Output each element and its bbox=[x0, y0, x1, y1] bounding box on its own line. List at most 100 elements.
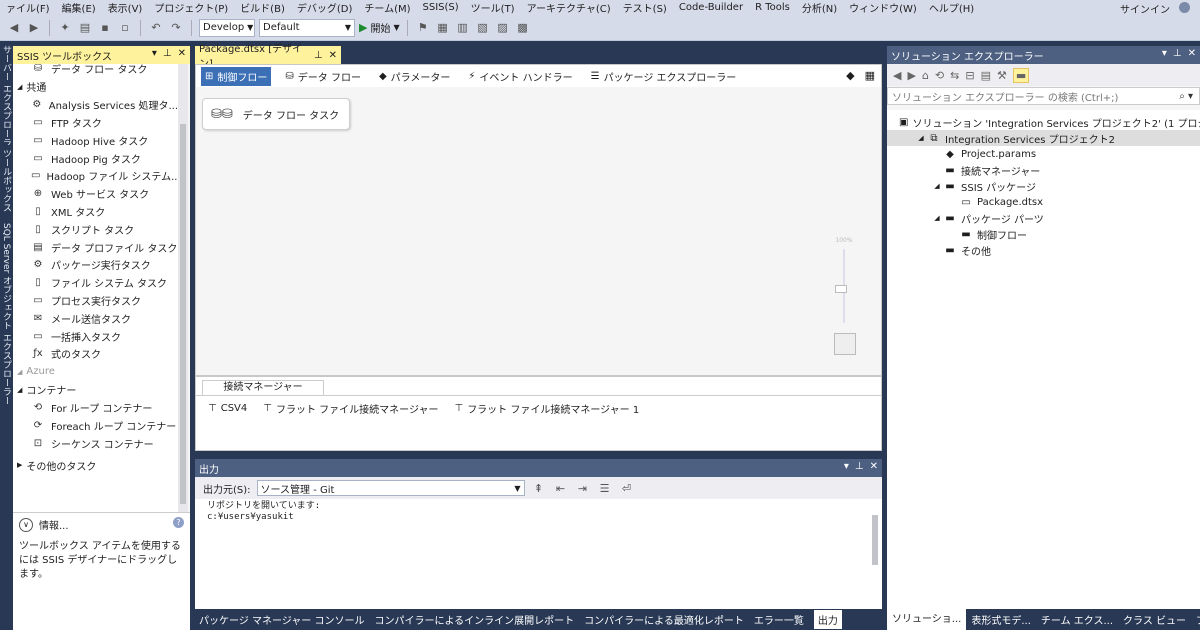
menu-item[interactable]: ビルド(B) bbox=[234, 0, 291, 15]
menu-item[interactable]: R Tools bbox=[749, 2, 796, 13]
tab-parameters[interactable]: ◆ パラメーター bbox=[375, 67, 454, 86]
close-icon[interactable]: ✕ bbox=[178, 48, 186, 59]
toolbox-item[interactable]: ⊡ シーケンス コンテナー bbox=[13, 434, 178, 452]
tab-package-manager-console[interactable]: パッケージ マネージャー コンソール bbox=[199, 612, 364, 627]
variables-icon[interactable]: ▦ bbox=[865, 69, 875, 82]
dropdown-icon[interactable]: ▾ bbox=[152, 48, 157, 59]
tab-team-explorer[interactable]: チーム エクス... bbox=[1036, 612, 1118, 627]
toolbox-item[interactable]: ▭ Hadoop Pig タスク bbox=[13, 149, 178, 167]
menu-item[interactable]: プロジェクト(P) bbox=[148, 0, 234, 15]
fit-to-window-button[interactable] bbox=[834, 333, 856, 355]
goto-icon[interactable]: ⇞ bbox=[531, 480, 547, 496]
toolbox-item[interactable]: ⟳ Foreach ループ コンテナー bbox=[13, 417, 178, 435]
toolbox-item[interactable]: ⚙ Analysis Services 処理タ... bbox=[13, 96, 178, 114]
menu-item[interactable]: SSIS(S) bbox=[417, 2, 465, 13]
back-icon[interactable]: ◀ bbox=[893, 69, 901, 82]
start-button[interactable]: ▶ 開始 ▼ bbox=[359, 20, 400, 35]
show-all-files-icon[interactable]: ▤ bbox=[981, 69, 991, 82]
open-file-icon[interactable]: ▤ bbox=[77, 20, 93, 36]
scrollbar-thumb[interactable] bbox=[872, 515, 878, 565]
pin-icon[interactable]: ⊥ bbox=[855, 461, 864, 472]
tab-inline-report[interactable]: コンパイラーによるインライン展開レポート bbox=[374, 612, 574, 627]
toolbox-item[interactable]: ⛁ データ フロー タスク bbox=[13, 64, 178, 78]
toolbox-item[interactable]: ▭ FTP タスク bbox=[13, 114, 178, 132]
menu-item[interactable]: 編集(E) bbox=[56, 0, 102, 15]
toolbox-item[interactable]: ▭ プロセス実行タスク bbox=[13, 292, 178, 310]
tree-node[interactable]: ▬ その他 bbox=[887, 242, 1200, 258]
toolbox-group-common[interactable]: ◢ 共通 bbox=[13, 78, 178, 96]
close-icon[interactable]: ✕ bbox=[329, 50, 337, 61]
redo-icon[interactable]: ↷ bbox=[168, 20, 184, 36]
side-tab-server-explorer[interactable]: サーバー エクスプローラー bbox=[0, 45, 13, 145]
menu-item[interactable]: チーム(M) bbox=[358, 0, 416, 15]
back-icon[interactable]: ◀ bbox=[6, 20, 22, 36]
clear-all-icon[interactable]: ☰ bbox=[597, 480, 613, 496]
save-all-icon[interactable]: ▫ bbox=[117, 20, 133, 36]
tab-tabular-model[interactable]: 表形式モデ... bbox=[966, 612, 1036, 627]
home-icon[interactable]: ⌂ bbox=[922, 69, 929, 82]
toolbox-item[interactable]: ▭ Hadoop ファイル システム... bbox=[13, 167, 178, 185]
expand-triangle-icon[interactable]: ◢ bbox=[931, 182, 943, 190]
tab-connection-managers[interactable]: 接続マネージャー bbox=[202, 380, 324, 395]
output-scrollbar[interactable] bbox=[870, 501, 880, 605]
expand-triangle-icon[interactable]: ◢ bbox=[931, 214, 943, 222]
tab-package-explorer[interactable]: ☰ パッケージ エクスプローラー bbox=[587, 67, 741, 86]
forward-icon[interactable]: ▶ bbox=[907, 69, 915, 82]
solution-search-input[interactable]: ソリューション エクスプローラー の検索 (Ctrl+;) ⌕ ▾ bbox=[887, 87, 1200, 105]
menu-item[interactable]: ヘルプ(H) bbox=[923, 0, 980, 15]
menu-item[interactable]: テスト(S) bbox=[617, 0, 673, 15]
tree-node[interactable]: ◆ Project.params bbox=[887, 146, 1200, 162]
toolbox-item[interactable]: ✉ メール送信タスク bbox=[13, 309, 178, 327]
pin-icon[interactable]: ⊥ bbox=[163, 48, 172, 59]
tab-properties[interactable]: プロパティ bbox=[1191, 612, 1200, 627]
tab-event-handlers[interactable]: ⚡ イベント ハンドラー bbox=[464, 67, 576, 86]
tab-output[interactable]: 出力 bbox=[813, 610, 842, 629]
menu-item[interactable]: ウィンドウ(W) bbox=[843, 0, 923, 15]
toolbox-group-azure[interactable]: ◢ Azure bbox=[13, 363, 178, 381]
toolbox-item[interactable]: ▭ 一括挿入タスク bbox=[13, 327, 178, 345]
breakpoint-icon[interactable]: ▥ bbox=[455, 20, 471, 36]
user-icon[interactable] bbox=[1179, 2, 1190, 13]
configuration-select[interactable]: Develop ▼ bbox=[199, 18, 255, 37]
data-flow-task-node[interactable]: ⛁⛁ データ フロー タスク bbox=[202, 98, 350, 130]
toolbox-item[interactable]: ▤ データ プロファイル タスク bbox=[13, 238, 178, 256]
dropdown-icon[interactable]: ▾ bbox=[844, 461, 849, 472]
search-icon[interactable]: ⌕ ▾ bbox=[1179, 91, 1193, 102]
toolbox-item[interactable]: ⊕ Web サービス タスク bbox=[13, 185, 178, 203]
sync-icon[interactable]: ⟲ bbox=[935, 69, 944, 82]
close-icon[interactable]: ✕ bbox=[1188, 48, 1196, 59]
tree-node[interactable]: ▭ Package.dtsx bbox=[887, 194, 1200, 210]
tree-node[interactable]: ◢ ⧉ Integration Services プロジェクト2 bbox=[887, 130, 1200, 146]
package-icon[interactable]: ◆ bbox=[846, 69, 854, 82]
tree-node[interactable]: ◢ ▬ パッケージ パーツ bbox=[887, 210, 1200, 226]
tab-error-list[interactable]: エラー一覧 bbox=[754, 612, 804, 627]
preview-icon[interactable]: ▬ bbox=[1012, 67, 1030, 83]
new-project-icon[interactable]: ✦ bbox=[57, 20, 73, 36]
find-icon[interactable]: ▨ bbox=[495, 20, 511, 36]
tab-data-flow[interactable]: ⛁ データ フロー bbox=[281, 67, 365, 86]
pin-icon[interactable]: ⊥ bbox=[1173, 48, 1182, 59]
platform-select[interactable]: Default ▼ bbox=[259, 18, 355, 37]
document-tab-package[interactable]: Package.dtsx [デザイン] ⊥ ✕ bbox=[195, 44, 341, 70]
tree-node[interactable]: ▬ 制御フロー bbox=[887, 226, 1200, 242]
properties-icon[interactable]: ⚒ bbox=[997, 69, 1007, 82]
side-tab-toolbox[interactable]: ツールボックス bbox=[0, 149, 13, 219]
dropdown-icon[interactable]: ▾ bbox=[1162, 48, 1167, 59]
prev-message-icon[interactable]: ⇤ bbox=[553, 480, 569, 496]
toolbox-item[interactable]: ▯ ファイル システム タスク bbox=[13, 274, 178, 292]
toolbox-item[interactable]: ⟲ For ループ コンテナー bbox=[13, 399, 178, 417]
signin-link[interactable]: サインイン bbox=[1120, 1, 1170, 16]
side-tab-sql-server-explorer[interactable]: SQL Server オブジェクト エクスプローラー bbox=[0, 223, 13, 443]
menu-item[interactable]: ツール(T) bbox=[465, 0, 521, 15]
connection-item[interactable]: ⊤ フラット ファイル接続マネージャー 1 bbox=[454, 401, 639, 416]
menu-item[interactable]: アーキテクチャ(C) bbox=[521, 0, 617, 15]
attach-icon[interactable]: ⚑ bbox=[415, 20, 431, 36]
toolbox-item[interactable]: ƒx 式のタスク bbox=[13, 345, 178, 363]
tree-node[interactable]: ◢ ▬ SSIS パッケージ bbox=[887, 178, 1200, 194]
help-icon[interactable]: ? bbox=[173, 517, 184, 528]
undo-icon[interactable]: ↶ bbox=[148, 20, 164, 36]
forward-icon[interactable]: ▶ bbox=[26, 20, 42, 36]
comment-icon[interactable]: ▩ bbox=[515, 20, 531, 36]
zoom-slider-thumb[interactable] bbox=[835, 285, 847, 293]
expand-triangle-icon[interactable]: ◢ bbox=[915, 134, 927, 142]
